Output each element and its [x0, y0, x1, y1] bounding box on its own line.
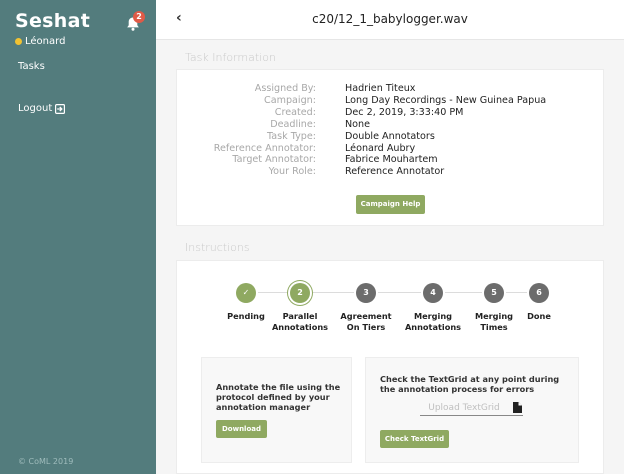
task-info-row: Task Type: Double Annotators — [177, 131, 605, 143]
task-info-key: Task Type: — [266, 130, 316, 142]
step-6: 6 Done — [499, 283, 579, 322]
task-info-row: Deadline: None — [177, 119, 605, 131]
task-info-key: Your Role: — [268, 166, 316, 178]
app-brand[interactable]: Seshat — [15, 10, 90, 32]
task-info-key: Assigned By: — [254, 83, 316, 94]
task-info-key: Deadline: — [270, 118, 316, 130]
campaign-help-button[interactable]: Campaign Help — [356, 195, 425, 214]
task-info-row: Target Annotator: Fabrice Mouhartem — [177, 154, 605, 166]
task-info-card: Assigned By: Hadrien Titeux Campaign: Long … — [176, 69, 604, 226]
task-info-value: Fabrice Mouhartem — [345, 154, 438, 166]
logout-label: Logout — [18, 103, 53, 114]
task-info-key: Campaign: — [264, 94, 316, 106]
user-name: Léonard — [25, 36, 66, 47]
task-info-heading: Task Information — [185, 51, 276, 64]
instructions-heading: Instructions — [185, 241, 250, 254]
task-info-value: Long Day Recordings - New Guinea Papua — [345, 94, 547, 106]
file-icon[interactable] — [513, 402, 522, 413]
step-number: 4 — [423, 283, 443, 303]
step-number: 2 — [290, 283, 310, 303]
download-button[interactable]: Download — [216, 420, 267, 438]
nav-tasks-link[interactable]: Tasks — [18, 61, 45, 72]
task-info-key: Reference Annotator: — [213, 142, 316, 154]
step-label-line2: Times — [480, 322, 508, 332]
user-status: Léonard — [15, 36, 65, 47]
step-label-line1: Done — [527, 311, 551, 321]
annotate-panel: Annotate the file using the protocol def… — [201, 357, 352, 463]
task-info-row: Your Role: Reference Annotator — [177, 166, 605, 178]
check-instructions: Check the TextGrid at any point during t… — [380, 374, 560, 394]
file-title: c20/12_1_babylogger.wav — [312, 12, 468, 26]
step-check-icon: ✓ — [236, 283, 256, 303]
task-info-row: Created: Dec 2, 2019, 3:33:40 PM — [177, 107, 605, 119]
task-info-value: Double Annotators — [345, 130, 435, 142]
upload-textgrid-field[interactable]: Upload TextGrid — [420, 401, 523, 416]
check-textgrid-button[interactable]: Check TextGrid — [380, 430, 449, 448]
step-number: 6 — [529, 283, 549, 303]
instructions-card: ✓ Pending 2 Parallel Annotations 3 Agreement On… — [176, 260, 604, 474]
step-number: 3 — [356, 283, 376, 303]
check-panel: Check the TextGrid at any point during t… — [365, 357, 579, 463]
sidebar: Seshat 2 Léonard Tasks Logout © CoML 201… — [0, 0, 156, 474]
logout-icon — [55, 103, 66, 114]
task-info-key: Created: — [274, 106, 316, 118]
task-info-row: Campaign: Long Day Recordings - New Guine… — [177, 95, 605, 107]
task-info-value: Reference Annotator — [345, 166, 445, 178]
upload-placeholder: Upload TextGrid — [428, 403, 500, 413]
task-info-key: Target Annotator: — [232, 154, 316, 166]
step-label: Done — [499, 311, 579, 322]
nav-logout-link[interactable]: Logout — [18, 103, 66, 114]
page-header: ‹ c20/12_1_babylogger.wav — [156, 0, 624, 40]
online-status-dot-icon — [15, 38, 22, 45]
task-info-value: None — [345, 118, 371, 130]
task-info-value: Dec 2, 2019, 3:33:40 PM — [345, 106, 464, 118]
task-info-row: Assigned By: Hadrien Titeux — [177, 83, 605, 95]
task-info-value: Léonard Aubry — [345, 142, 416, 154]
task-info-value: Hadrien Titeux — [345, 83, 416, 94]
task-info-row: Reference Annotator: Léonard Aubry — [177, 143, 605, 155]
annotate-instructions: Annotate the file using the protocol def… — [216, 382, 341, 412]
copyright-footer: © CoML 2019 — [18, 457, 74, 466]
notification-badge[interactable]: 2 — [133, 11, 145, 23]
